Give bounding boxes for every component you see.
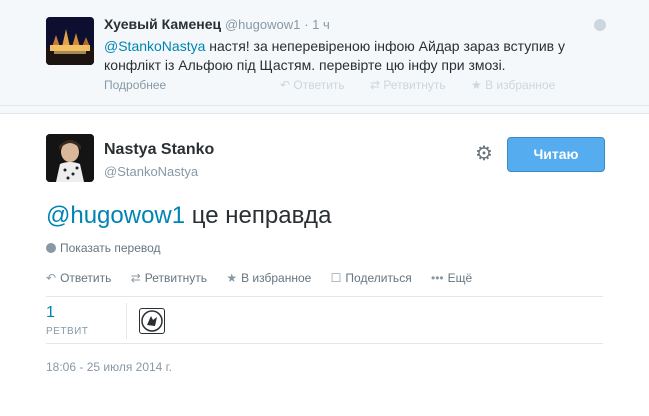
parent-actions: ↶ Ответить ⇄ Ретвитнуть ★ В избранное: [280, 78, 577, 92]
main-retweet-label: Ретвитнуть: [144, 271, 207, 285]
main-reply-label: Ответить: [60, 271, 112, 285]
share-icon: ☐: [330, 271, 342, 285]
main-avatar[interactable]: [46, 134, 94, 182]
main-screenname[interactable]: @StankoNastya: [104, 164, 198, 179]
main-mention-link[interactable]: @hugowow1: [46, 202, 185, 229]
tweet-stats: 1 РЕТВИТ: [46, 296, 603, 344]
globe-icon: [46, 243, 56, 253]
parent-favorite-button[interactable]: ★ В избранное: [471, 78, 555, 92]
parent-gear-icon[interactable]: [594, 19, 606, 31]
parent-tweet[interactable]: Хуевый Каменец @hugowow1 · 1 ч @StankoNa…: [0, 0, 649, 106]
star-icon: ★: [226, 271, 238, 285]
main-more-label: Ещё: [447, 271, 473, 285]
main-share-label: Поделиться: [345, 271, 412, 285]
parent-time[interactable]: · 1 ч: [304, 17, 330, 32]
main-tweet-text: @hugowow1 це неправда: [46, 201, 331, 231]
retweet-count[interactable]: 1: [46, 304, 55, 322]
translate-link[interactable]: Показать перевод: [46, 241, 161, 255]
tweet-timestamp: 18:06 - 25 июля 2014 г.: [46, 360, 172, 374]
stats-divider: [126, 303, 127, 339]
parent-avatar[interactable]: [46, 17, 94, 65]
parent-screenname[interactable]: @hugowow1: [225, 17, 300, 32]
parent-retweet-button[interactable]: ⇄ Ретвитнуть: [370, 78, 446, 92]
star-icon: ★: [470, 78, 486, 92]
retweet-count-label: РЕТВИТ: [46, 326, 89, 337]
parent-reply-label: Ответить: [293, 78, 345, 92]
main-text-body: це неправда: [185, 202, 332, 229]
parent-fullname[interactable]: Хуевый Каменец: [104, 16, 221, 32]
translate-label: Показать перевод: [60, 241, 161, 255]
main-retweet-button[interactable]: ⇄ Ретвитнуть: [131, 271, 207, 285]
retweet-icon: ⇄: [130, 271, 141, 285]
main-reply-button[interactable]: ↶ Ответить: [46, 271, 111, 285]
main-more-button[interactable]: ••• Ещё: [431, 271, 472, 285]
retweeter-avatar[interactable]: [139, 308, 165, 334]
parent-tweet-text: @StankoNastya настя! за неперевіреною ін…: [104, 37, 584, 75]
parent-mention-link[interactable]: @StankoNastya: [104, 38, 205, 54]
main-favorite-label: В избранное: [241, 271, 312, 285]
reply-icon: ↶: [280, 78, 294, 92]
reply-icon: ↶: [46, 271, 57, 285]
retweet-icon: ⇄: [370, 78, 384, 92]
main-fullname[interactable]: Nastya Stanko: [104, 141, 214, 159]
main-actions: ↶ Ответить ⇄ Ретвитнуть ★ В избранное ☐ Поде…: [46, 271, 488, 285]
parent-header: Хуевый Каменец @hugowow1 · 1 ч: [104, 16, 330, 32]
more-icon: •••: [431, 271, 444, 285]
parent-retweet-label: Ретвитнуть: [383, 78, 446, 92]
parent-reply-button[interactable]: ↶ Ответить: [280, 78, 345, 92]
follow-button[interactable]: Читаю: [507, 137, 605, 172]
main-favorite-button[interactable]: ★ В избранное: [226, 271, 311, 285]
gear-icon[interactable]: ⚙: [473, 143, 495, 165]
parent-more-link[interactable]: Подробнее: [104, 78, 166, 92]
parent-favorite-label: В избранное: [485, 78, 556, 92]
main-share-button[interactable]: ☐ Поделиться: [331, 271, 412, 285]
main-tweet: Nastya Stanko @StankoNastya ⚙ Читаю @hug…: [0, 113, 649, 416]
